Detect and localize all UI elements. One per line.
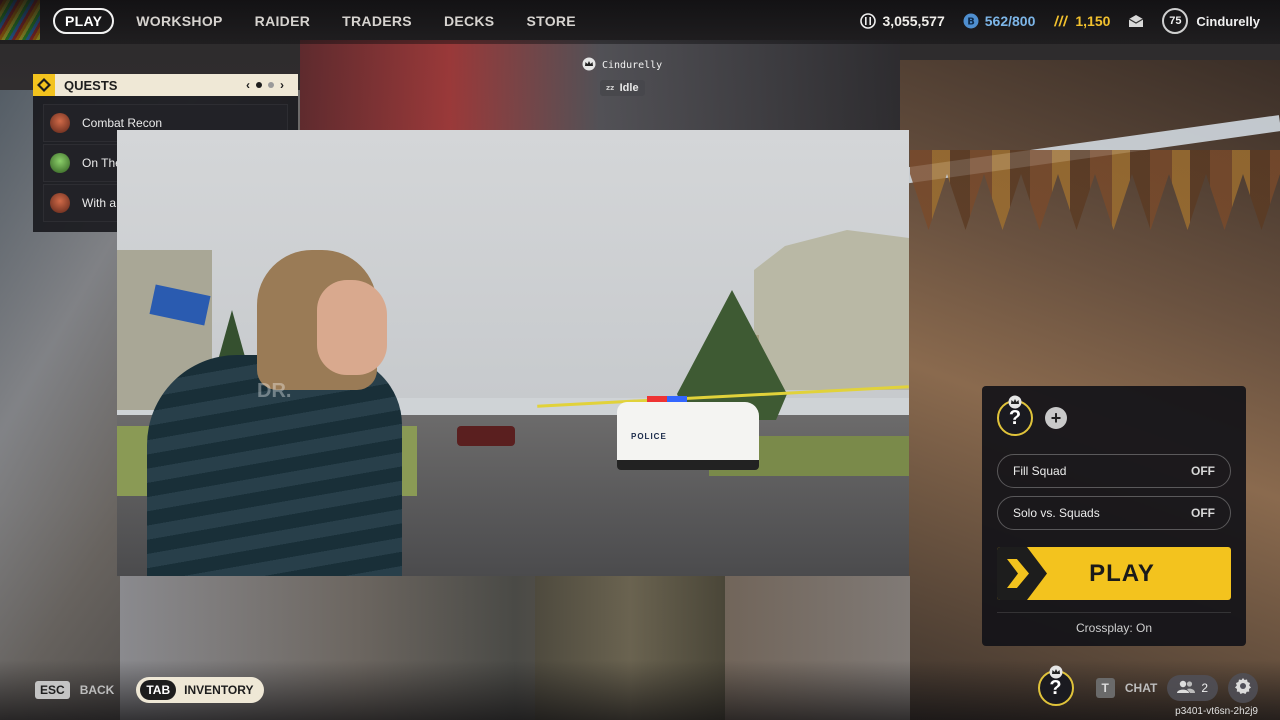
blue-token-icon: B [963, 13, 979, 29]
quests-title: QUESTS [64, 77, 118, 93]
player-slot-button[interactable]: ? [1037, 665, 1074, 706]
coins-value: 3,055,577 [882, 13, 945, 29]
crown-icon [582, 57, 596, 74]
player-level-badge[interactable]: 75 [1162, 8, 1189, 34]
quests-header: QUESTS ‹ › [33, 74, 298, 96]
svg-text:zz: zz [606, 84, 614, 91]
plus-icon: + [1050, 408, 1062, 428]
police-car-text: POLICE [631, 432, 667, 441]
gear-icon [1234, 677, 1252, 700]
quests-next-button[interactable]: › [280, 78, 284, 92]
quest-label: Combat Recon [82, 116, 163, 130]
video-red-car [457, 426, 515, 446]
nav-raider[interactable]: RAIDER [239, 8, 326, 34]
quest-diamond-icon [33, 74, 55, 96]
blue-currency[interactable]: B 562/800 [963, 13, 1036, 29]
quests-pager: ‹ › [246, 78, 284, 92]
chat-label[interactable]: CHAT [1125, 681, 1157, 695]
quest-giver-avatar [50, 113, 70, 133]
quests-prev-button[interactable]: ‹ [246, 78, 250, 92]
presence-status-badge: zz Idle [599, 80, 645, 96]
bottom-left-hints: ESC BACK TAB INVENTORY [35, 677, 264, 703]
play-button[interactable]: PLAY [997, 547, 1231, 600]
back-label[interactable]: BACK [80, 683, 115, 697]
solo-vs-squads-value: OFF [1191, 506, 1215, 520]
quest-giver-avatar [50, 153, 70, 173]
nav-workshop[interactable]: WORKSHOP [120, 8, 238, 34]
nav-decks[interactable]: DECKS [428, 8, 511, 34]
fill-squad-value: OFF [1191, 464, 1215, 478]
nav-store[interactable]: STORE [510, 8, 591, 34]
pager-dot-2[interactable] [268, 82, 274, 88]
blue-value: 562/800 [984, 13, 1036, 29]
video-person-face [317, 280, 387, 375]
currency-bar: 3,055,577 B 562/800 1,150 75 Cindurelly [860, 8, 1260, 34]
video-police-car: POLICE [617, 396, 759, 470]
main-nav: PLAY WORKSHOP RAIDER TRADERS DECKS STORE [53, 8, 592, 34]
add-squad-member-button[interactable]: + [1045, 407, 1067, 429]
gold-value: 1,150 [1075, 13, 1111, 29]
tab-key: TAB [140, 680, 177, 700]
crown-icon [1049, 662, 1063, 685]
friends-button[interactable]: 2 [1167, 675, 1218, 701]
esc-key[interactable]: ESC [35, 681, 70, 699]
video-overlay[interactable]: POLICE DR. [117, 130, 909, 576]
chat-key[interactable]: T [1095, 678, 1115, 698]
player-presence: Cindurelly zz Idle [582, 57, 662, 96]
gold-stripes-icon [1053, 13, 1069, 29]
nav-traders[interactable]: TRADERS [326, 8, 428, 34]
fill-squad-label: Fill Squad [1013, 464, 1067, 478]
coin-icon [860, 13, 877, 29]
mail-icon [1128, 13, 1144, 29]
solo-vs-squads-label: Solo vs. Squads [1013, 506, 1100, 520]
solo-vs-squads-toggle[interactable]: Solo vs. Squads OFF [997, 496, 1231, 530]
squad-panel: ? + Fill Squad OFF Solo vs. Squads OFF P… [982, 386, 1246, 646]
play-button-label: PLAY [1089, 559, 1155, 587]
sleep-icon: zz [606, 82, 616, 94]
friends-icon [1177, 680, 1196, 696]
coins-currency[interactable]: 3,055,577 [860, 13, 945, 29]
crown-icon [1008, 392, 1022, 415]
fill-squad-toggle[interactable]: Fill Squad OFF [997, 454, 1231, 488]
pager-dot-1[interactable] [256, 82, 262, 88]
presence-status: Idle [619, 82, 639, 94]
video-watermark: DR. [257, 380, 292, 402]
play-chevron-icon [997, 547, 1047, 600]
bottom-right-controls: ? T CHAT 2 [1037, 665, 1258, 706]
presence-name: Cindurelly [602, 60, 663, 71]
settings-button[interactable] [1228, 673, 1258, 703]
build-id: p3401-vt6sn-2h2j9 [1175, 706, 1258, 717]
svg-text:B: B [967, 17, 975, 28]
squad-slot-self[interactable]: ? [997, 395, 1033, 436]
crossplay-status: Crossplay: On [997, 612, 1231, 635]
inventory-button[interactable]: TAB INVENTORY [136, 677, 264, 703]
nav-play[interactable]: PLAY [53, 8, 115, 34]
video-house-right [754, 230, 909, 390]
quest-giver-avatar [50, 193, 70, 213]
video-person [147, 250, 407, 576]
squad-slots: ? + [997, 395, 1067, 436]
quest-label: With a [82, 196, 117, 210]
player-username[interactable]: Cindurelly [1196, 14, 1260, 29]
presence-name-row: Cindurelly [582, 57, 662, 74]
police-lights [647, 396, 687, 402]
inventory-label: INVENTORY [184, 683, 254, 697]
friends-count: 2 [1201, 681, 1208, 695]
gold-currency[interactable]: 1,150 [1053, 13, 1110, 29]
mail-button[interactable] [1128, 13, 1144, 29]
quest-label: On The [82, 156, 122, 170]
